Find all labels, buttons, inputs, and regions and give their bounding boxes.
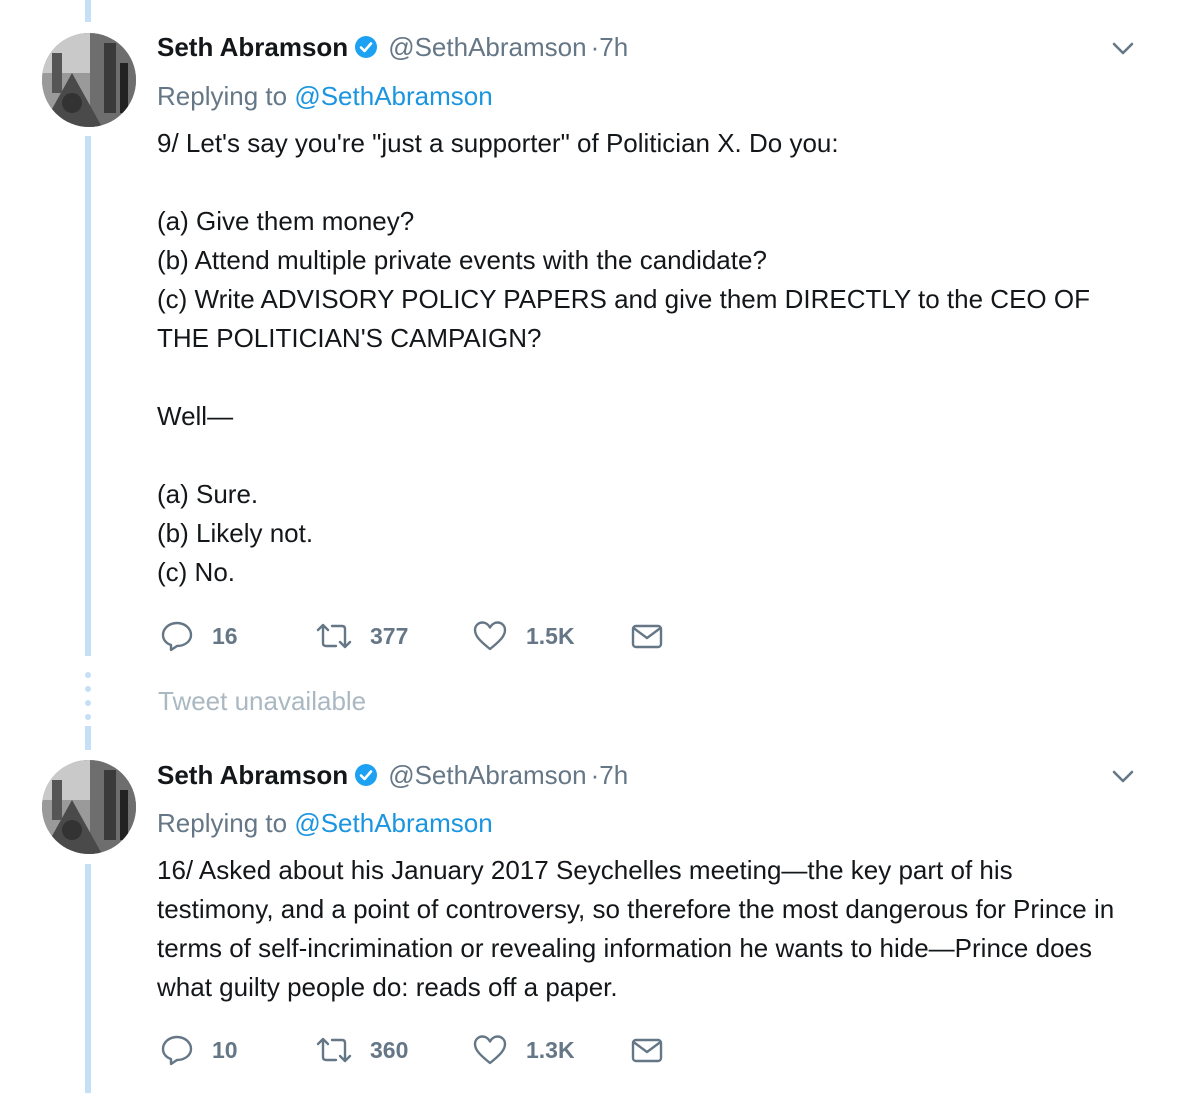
tweet-unavailable: Tweet unavailable: [158, 686, 367, 716]
replying-prefix: Replying to: [157, 81, 295, 111]
like-button[interactable]: 1.3K: [472, 1030, 575, 1070]
reply-button[interactable]: 16: [160, 616, 238, 656]
thread-gap-dot: [85, 686, 91, 692]
tweet-header: Seth Abramson @SethAbramson ·7h: [157, 27, 628, 67]
avatar[interactable]: [42, 33, 136, 127]
tweet-actions: 16 377 1.5K: [160, 616, 700, 656]
like-count: 1.5K: [526, 622, 575, 649]
retweet-count: 377: [370, 622, 409, 649]
replying-prefix: Replying to: [157, 808, 295, 838]
thread-line-top: [85, 0, 91, 22]
chevron-down-icon[interactable]: [1108, 33, 1138, 63]
chevron-down-icon[interactable]: [1108, 761, 1138, 791]
tweet-header: Seth Abramson @SethAbramson ·7h: [157, 755, 628, 795]
author-handle[interactable]: @SethAbramson: [388, 32, 586, 63]
avatar[interactable]: [42, 760, 136, 854]
like-icon: [472, 1033, 508, 1067]
like-count: 1.3K: [526, 1036, 575, 1063]
direct-message-icon: [630, 619, 664, 653]
tweet-actions: 10 360 1.3K: [160, 1030, 700, 1070]
reply-icon: [160, 1033, 194, 1067]
replying-to: Replying to @SethAbramson: [157, 808, 493, 839]
retweet-icon: [314, 1033, 354, 1067]
reply-count: 16: [212, 622, 238, 649]
author-name[interactable]: Seth Abramson: [157, 32, 348, 63]
replying-to-mention[interactable]: @SethAbramson: [294, 808, 492, 838]
thread-line-bottom: [85, 864, 91, 1093]
reply-button[interactable]: 10: [160, 1030, 238, 1070]
timestamp[interactable]: ·7h: [591, 760, 629, 791]
verified-badge-icon: [354, 763, 378, 787]
retweet-button[interactable]: 360: [314, 1030, 408, 1070]
retweet-count: 360: [370, 1036, 409, 1063]
direct-message-icon: [630, 1033, 664, 1067]
replying-to: Replying to @SethAbramson: [157, 81, 493, 112]
author-handle[interactable]: @SethAbramson: [388, 760, 586, 791]
tweet-text: 9/ Let's say you're "just a supporter" o…: [157, 128, 1090, 587]
tweet-text: 16/ Asked about his January 2017 Seychel…: [157, 855, 1122, 1002]
replying-to-mention[interactable]: @SethAbramson: [294, 81, 492, 111]
timestamp[interactable]: ·7h: [591, 32, 629, 63]
reply-icon: [160, 619, 194, 653]
thread-gap-dot: [85, 714, 91, 720]
retweet-icon: [314, 619, 354, 653]
verified-badge-icon: [354, 35, 378, 59]
direct-message-button[interactable]: [630, 616, 664, 656]
retweet-button[interactable]: 377: [314, 616, 408, 656]
like-icon: [472, 619, 508, 653]
reply-count: 10: [212, 1036, 238, 1063]
thread-gap-dot: [85, 700, 91, 706]
like-button[interactable]: 1.5K: [472, 616, 575, 656]
thread-gap-dot: [85, 672, 91, 678]
thread-line-middle: [85, 136, 91, 656]
thread-line-connector: [85, 726, 91, 750]
author-name[interactable]: Seth Abramson: [157, 760, 348, 791]
direct-message-button[interactable]: [630, 1030, 664, 1070]
